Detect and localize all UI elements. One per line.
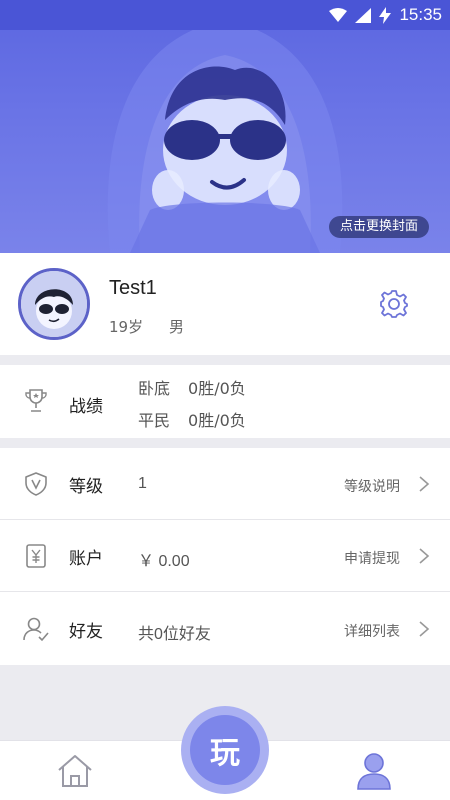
friends-list-link[interactable]: 详细列表: [344, 621, 400, 641]
user-check-icon: [23, 617, 49, 642]
status-time: 15:35: [399, 5, 442, 24]
avatar[interactable]: [18, 268, 90, 340]
username: Test1: [109, 277, 157, 299]
account-balance: ￥ 0.00: [138, 553, 190, 570]
chevron-right-icon: [419, 476, 430, 492]
level-info-link[interactable]: 等级说明: [344, 476, 400, 496]
change-cover-button[interactable]: 点击更换封面: [328, 216, 429, 238]
level-title: 等级: [69, 477, 103, 497]
avatar-image: [21, 271, 87, 337]
record-role: 卧底: [138, 379, 171, 398]
cover-image[interactable]: 点击更换封面: [0, 0, 450, 253]
friends-row[interactable]: 好友 共0位好友 详细列表: [0, 593, 450, 665]
profile-icon[interactable]: [355, 751, 393, 791]
record-result: 0胜/0负: [188, 411, 246, 430]
record-title: 战绩: [69, 397, 103, 417]
account-title: 账户: [69, 549, 103, 569]
chevron-right-icon: [419, 548, 430, 564]
trophy-icon: [25, 389, 47, 412]
wifi-icon: [329, 8, 348, 22]
record-card: 战绩 卧底 0胜/0负 平民 0胜/0负: [0, 365, 450, 438]
withdraw-link[interactable]: 申请提现: [344, 548, 400, 568]
user-age: 19岁: [109, 318, 144, 336]
friends-title: 好友: [69, 622, 103, 642]
play-label: 玩: [190, 715, 260, 785]
record-line-civilian: 平民 0胜/0负: [138, 407, 246, 431]
level-row[interactable]: 等级 1 等级说明: [0, 448, 450, 520]
signal-icon: [355, 7, 372, 23]
divider: [0, 591, 450, 592]
account-row[interactable]: 账户 ￥ 0.00 申请提现: [0, 520, 450, 592]
play-button[interactable]: 玩: [181, 706, 269, 794]
home-icon[interactable]: [55, 753, 95, 789]
status-bar: 15:35: [0, 0, 450, 30]
record-line-undercover: 卧底 0胜/0负: [138, 375, 246, 399]
record-role: 平民: [138, 411, 171, 430]
charging-icon: [379, 6, 392, 24]
friends-count: 共0位好友: [138, 626, 211, 643]
gear-icon[interactable]: [379, 289, 409, 319]
profile-card: Test1 19岁 男: [0, 253, 450, 355]
info-list: 等级 1 等级说明 账户 ￥ 0.00 申请提现 好友 共0位好友 详细列表: [0, 448, 450, 665]
shield-v-icon: [25, 472, 47, 496]
user-gender: 男: [169, 318, 185, 336]
level-value: 1: [138, 475, 147, 492]
record-result: 0胜/0负: [188, 379, 246, 398]
chevron-right-icon: [419, 621, 430, 637]
yen-card-icon: [26, 544, 46, 568]
